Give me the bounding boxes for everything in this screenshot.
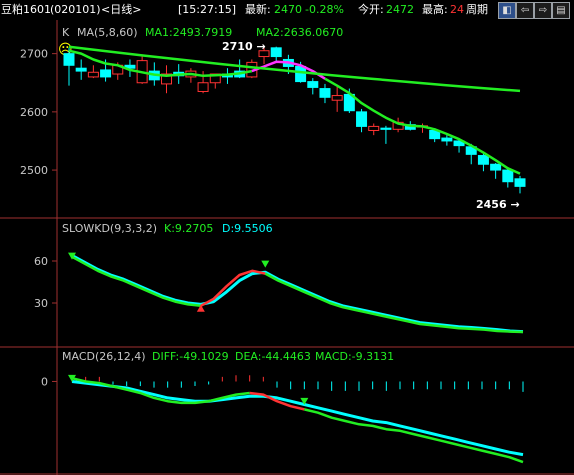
cycle-label[interactable]: 周期 — [466, 0, 488, 20]
candle-body — [307, 81, 319, 88]
k-tick-label: 2500 — [20, 164, 48, 177]
kd-k-value: K:9.2705 — [164, 222, 213, 235]
candle-body — [270, 47, 282, 58]
candle-body — [295, 65, 307, 83]
chart-area[interactable]: K MA(5,8,60) MA1:2493.7919 MA2:2636.0670… — [0, 20, 574, 475]
macd-dea-value: DEA:-44.4463 — [235, 350, 311, 363]
candle-body — [380, 127, 392, 130]
candle-body — [368, 125, 380, 131]
candle-body — [514, 178, 526, 187]
candle-body — [356, 111, 368, 127]
title-bar: 豆粕1601 (020101) <日线> [15:27:15] 最新: 2470… — [0, 0, 574, 20]
candle-body — [319, 88, 331, 98]
kd-k-line-c — [264, 272, 524, 334]
kd-tick-label: 30 — [34, 297, 48, 310]
period-label[interactable]: <日线> — [101, 0, 141, 20]
kd-death-cross-arrow — [261, 260, 270, 268]
k-tick-label: 2600 — [20, 106, 48, 119]
ma1-value: MA1:2493.7919 — [145, 26, 232, 39]
candle-body — [502, 169, 514, 183]
candle-body — [490, 163, 502, 171]
ma1-line-c — [324, 77, 521, 175]
ma2-value: MA2:2636.0670 — [256, 26, 343, 39]
latest-price: 2470 — [274, 3, 302, 16]
high-price-marker: 2710 → — [222, 40, 266, 53]
latest-label: 最新: — [245, 3, 271, 16]
candle-body — [477, 155, 489, 165]
kd-tick-label: 60 — [34, 255, 48, 268]
open-price: 2472 — [386, 3, 414, 16]
instrument-code: (020101) — [50, 3, 101, 16]
macd-diff-value: DIFF:-49.1029 — [152, 350, 229, 363]
open-label: 今开: — [358, 3, 384, 16]
kd-label: SLOWKD(9,3,3,2) — [62, 222, 157, 235]
arrow-right-icon[interactable]: ⇨ — [534, 2, 552, 19]
kd-k-line-b — [200, 269, 266, 307]
macd-value: MACD:-9.3131 — [315, 350, 394, 363]
low-price-marker: 2456 → — [476, 198, 520, 211]
macd-tick-label: 0 — [41, 375, 48, 388]
candle-body — [87, 71, 99, 78]
zoom-icon[interactable]: ◧ — [498, 2, 516, 19]
clock-time: [15:27:15] — [178, 3, 236, 16]
ma-params-label: MA(5,8,60) — [77, 26, 138, 39]
kd-d-line — [71, 254, 524, 334]
candle-body — [63, 53, 75, 66]
macd-label: MACD(26,12,4) — [62, 350, 146, 363]
arrow-left-icon[interactable]: ⇦ — [516, 2, 534, 19]
k-tick-label: 2700 — [20, 48, 48, 61]
change-percent: -0.28% — [305, 3, 344, 16]
macd-diff-line-c — [304, 408, 524, 464]
menu-icon[interactable]: ▤ — [552, 2, 570, 19]
kd-d-value: D:9.5506 — [222, 222, 273, 235]
candle-body — [331, 95, 343, 101]
k-label: K — [62, 26, 70, 39]
instrument-name: 豆粕1601 — [1, 3, 51, 16]
kd-k-line-a — [71, 255, 202, 308]
candle-body — [441, 137, 453, 142]
candle-body — [75, 67, 87, 72]
candle-body — [100, 69, 112, 78]
high-price: 24 — [450, 3, 464, 16]
high-label: 最高: — [422, 3, 448, 16]
candle-body — [197, 82, 209, 92]
